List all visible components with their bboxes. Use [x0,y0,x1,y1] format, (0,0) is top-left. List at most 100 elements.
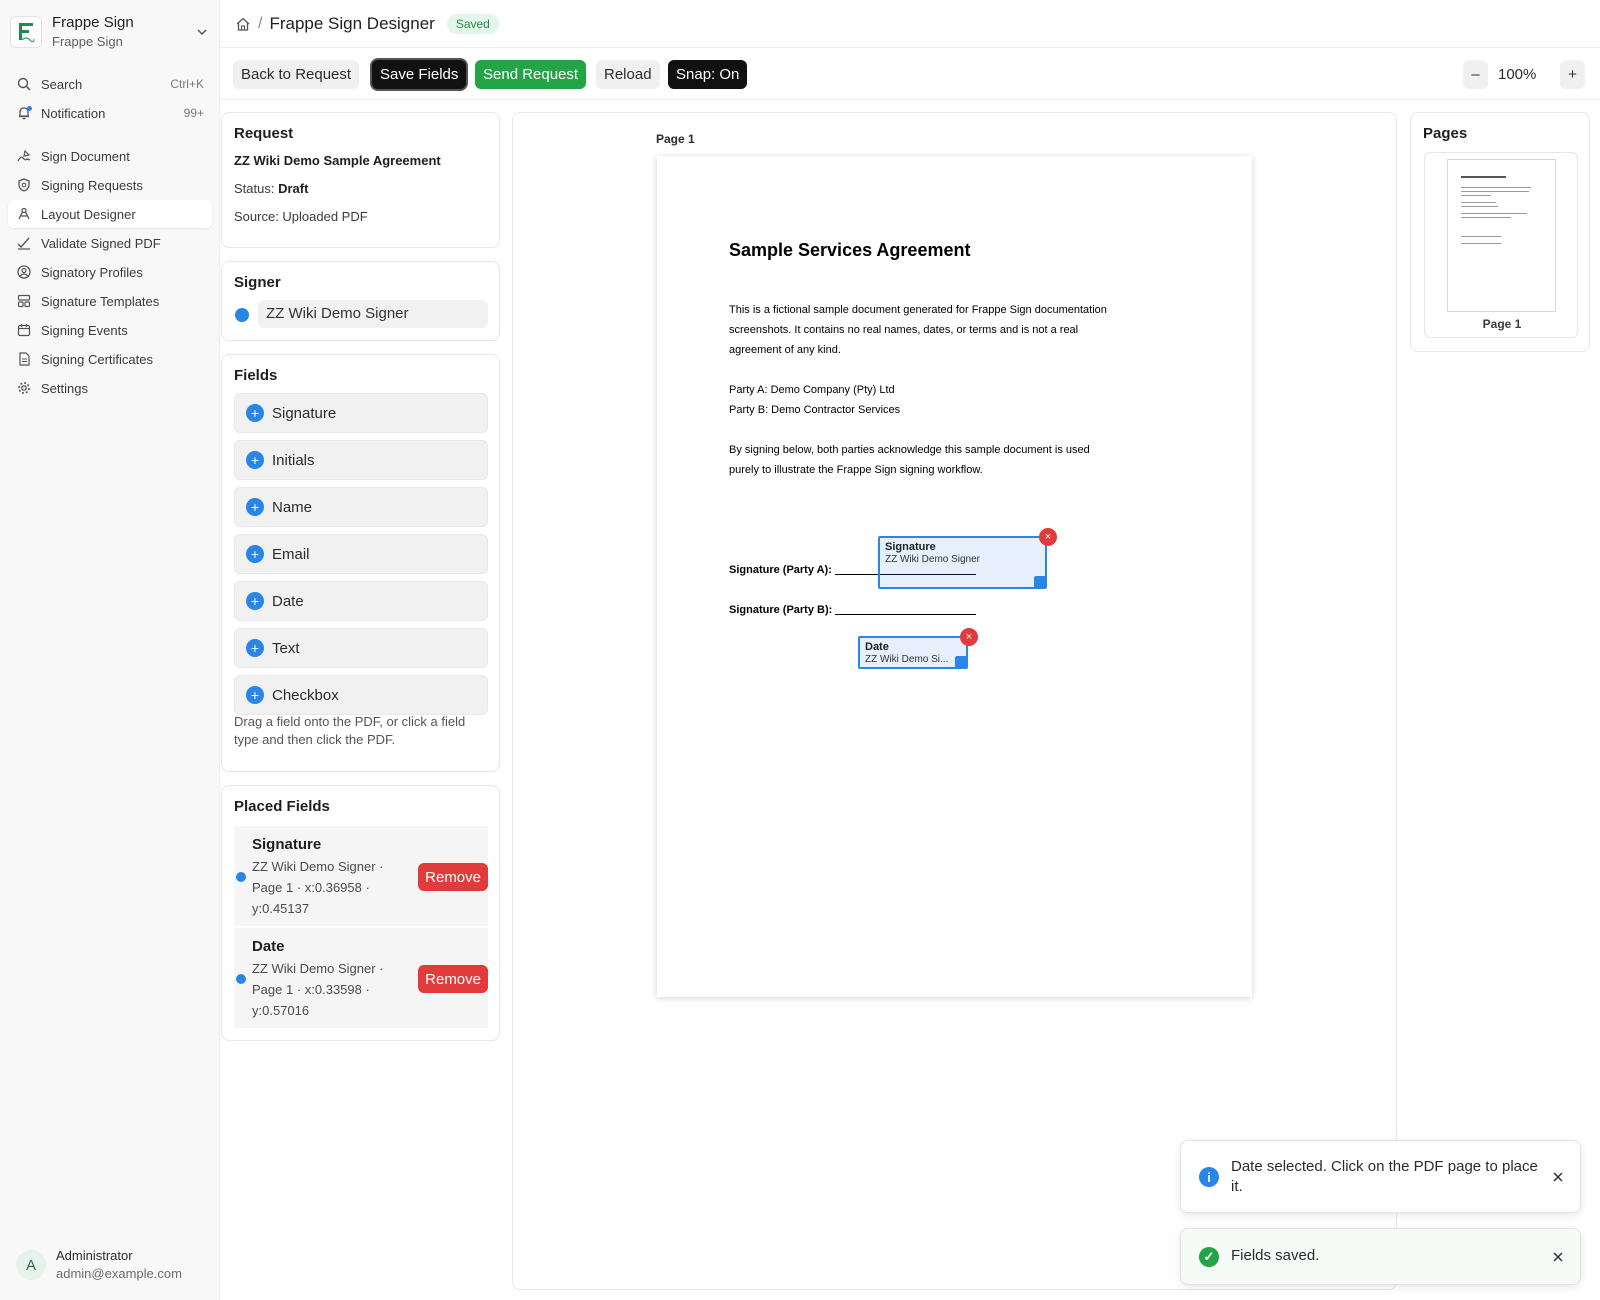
breadcrumb-separator: / [258,14,263,32]
user-menu[interactable]: A Administrator admin@example.com [16,1247,182,1283]
field-type-date[interactable]: + Date [234,581,488,621]
field-type-name[interactable]: + Name [234,487,488,527]
zoom-out-button[interactable]: – [1463,60,1488,89]
sidebar-item-label: Layout Designer [41,206,136,222]
plus-icon: + [246,592,264,610]
pages-panel: Pages Page 1 [1410,112,1590,352]
document-line: screenshots. It contains no real names, … [729,324,1079,336]
field-type-label: Signature [272,404,337,422]
gear-icon [16,380,32,396]
field-type-label: Checkbox [272,686,339,704]
resize-handle[interactable] [955,656,967,668]
shield-icon [16,177,32,193]
field-type-text[interactable]: + Text [234,628,488,668]
page-thumbnail[interactable]: Page 1 [1424,152,1578,338]
field-type-email[interactable]: + Email [234,534,488,574]
search-shortcut: Ctrl+K [170,77,204,91]
signer-heading: Signer [234,274,281,291]
placed-field-type: Date [252,938,285,955]
sidebar-item-signatory-profiles[interactable]: Signatory Profiles [8,258,212,286]
placed-signature-field[interactable]: Signature ZZ Wiki Demo Signer × [878,528,1057,589]
brand-logo-icon [10,16,42,48]
request-title: ZZ Wiki Demo Sample Agreement [234,153,441,168]
status-badge: Saved [446,13,499,34]
sidebar-item-settings[interactable]: Settings [8,374,212,402]
search-icon [16,76,32,92]
sidebar-item-sign-document[interactable]: Sign Document [8,142,212,170]
remove-field-button[interactable]: Remove [418,863,488,891]
save-fields-button[interactable]: Save Fields [372,60,467,89]
sidebar-item-search[interactable]: Search Ctrl+K [8,70,212,98]
pdf-page[interactable]: Sample Services Agreement This is a fict… [657,156,1252,997]
reload-button[interactable]: Reload [596,60,660,89]
sidebar-item-signature-templates[interactable]: Signature Templates [8,287,212,315]
info-icon: i [1199,1167,1219,1187]
sidebar-item-label: Signing Certificates [41,351,153,367]
field-type-label: Initials [272,451,315,469]
remove-field-button[interactable]: Remove [418,965,488,993]
sidebar-item-validate-signed-pdf[interactable]: Validate Signed PDF [8,229,212,257]
calendar-icon [16,322,32,338]
plus-icon: + [246,498,264,516]
placed-field-row[interactable]: Signature ZZ Wiki Demo Signer · Page 1 ·… [234,826,488,926]
avatar: A [16,1250,46,1280]
close-icon[interactable] [1550,1169,1566,1185]
notification-count: 99+ [183,106,204,120]
sidebar-item-signing-certificates[interactable]: Signing Certificates [8,345,212,373]
placed-field-row[interactable]: Date ZZ Wiki Demo Signer · Page 1 · x:0.… [234,928,488,1028]
document-paragraph: By signing below, both parties acknowled… [729,440,1119,480]
toast-info: i Date selected. Click on the PDF page t… [1180,1140,1581,1213]
sidebar-item-signing-requests[interactable]: Signing Requests [8,171,212,199]
document-line: By signing below, both parties acknowled… [729,444,1090,456]
document-line: agreement of any kind. [729,344,841,356]
sidebar-item-layout-designer[interactable]: Layout Designer [8,200,212,228]
sidebar-main-nav: Sign Document Signing Requests Layout De… [8,142,212,403]
sidebar-item-notification[interactable]: Notification 99+ [8,99,212,127]
snap-toggle-button[interactable]: Snap: On [668,60,748,89]
sidebar-item-signing-events[interactable]: Signing Events [8,316,212,344]
placed-fields-panel: Placed Fields Signature ZZ Wiki Demo Sig… [221,785,500,1041]
field-type-checkbox[interactable]: + Checkbox [234,675,488,715]
brand-switcher[interactable]: Frappe Sign Frappe Sign [10,8,210,56]
document-icon [16,351,32,367]
pen-signature-icon [16,148,32,164]
pages-heading: Pages [1423,125,1468,142]
fields-heading: Fields [234,367,278,384]
resize-handle[interactable] [1034,576,1046,588]
sidebar-item-label: Signatory Profiles [41,264,143,280]
plus-icon: + [246,404,264,422]
document-paragraph: This is a fictional sample document gene… [729,300,1119,360]
toast-message: Date selected. Click on the PDF page to … [1231,1158,1538,1195]
zoom-in-button[interactable]: + [1560,60,1585,89]
placed-date-field[interactable]: Date ZZ Wiki Demo Si... × [858,628,978,669]
signer-select[interactable]: ZZ Wiki Demo Signer [258,300,488,328]
document-line: purely to illustrate the Frappe Sign sig… [729,464,983,476]
field-type-signature[interactable]: + Signature [234,393,488,433]
back-to-request-button[interactable]: Back to Request [233,60,360,89]
placed-field-signer: ZZ Wiki Demo Signer · [252,859,384,874]
sidebar-item-label: Settings [41,380,88,396]
close-icon[interactable] [1550,1249,1566,1265]
sidebar-item-label: Signing Requests [41,177,143,193]
plus-icon: + [246,639,264,657]
sidebar-item-label: Validate Signed PDF [41,235,161,251]
sidebar-item-label: Signature Templates [41,293,160,309]
document-parties: Party A: Demo Company (Pty) Ltd Party B:… [729,380,1119,420]
close-icon[interactable]: × [960,628,978,646]
send-request-button[interactable]: Send Request [475,60,587,89]
party-a: Party A: Demo Company (Pty) Ltd [729,384,895,396]
zoom-level: 100% [1498,66,1537,83]
close-icon[interactable]: × [1039,528,1057,546]
sidebar-utility-nav: Search Ctrl+K Notification 99+ [8,70,212,128]
placed-field-y: y:0.45137 [252,901,310,916]
field-type-initials[interactable]: + Initials [234,440,488,480]
field-type-label: Name [272,498,313,516]
page-thumbnail-image [1447,159,1556,312]
pen-tool-icon [16,206,32,222]
home-icon[interactable] [235,16,251,32]
page-thumbnail-label: Page 1 [1482,317,1522,331]
placed-field-type: Signature [252,836,322,853]
placed-field-signer: ZZ Wiki Demo Signer · [252,961,384,976]
signer-color-dot [235,308,249,322]
designer-toolbar: Back to Request Save Fields Send Request… [221,49,1600,100]
